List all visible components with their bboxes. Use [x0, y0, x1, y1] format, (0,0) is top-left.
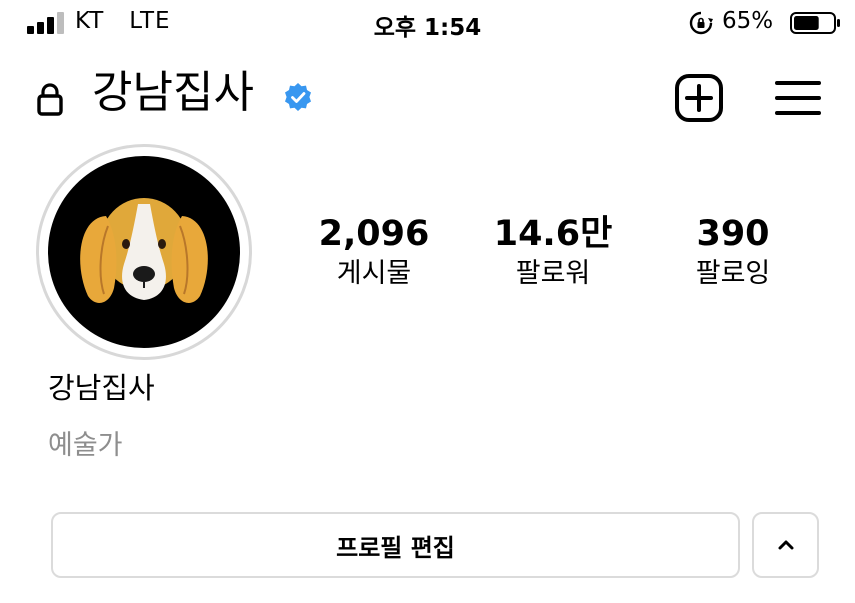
rotation-lock-icon	[689, 11, 713, 35]
battery-percentage: 65%	[722, 8, 774, 34]
edit-profile-button[interactable]: 프로필 편집	[51, 512, 740, 578]
stat-posts-value: 2,096	[318, 214, 430, 254]
stat-followers[interactable]: 14.6만 팔로워	[468, 210, 638, 290]
display-name: 강남집사	[48, 371, 155, 405]
stat-posts[interactable]: 2,096 게시물	[289, 210, 459, 290]
suggestions-toggle-button[interactable]	[752, 512, 819, 578]
beagle-avatar	[80, 198, 208, 303]
menu-icon[interactable]	[775, 78, 821, 118]
status-bar: KT LTE 오후 1:54 65%	[0, 0, 855, 48]
stat-following[interactable]: 390 팔로잉	[648, 210, 818, 290]
stat-followers-value: 14.6만	[493, 214, 613, 254]
chevron-up-icon	[778, 540, 793, 550]
profile-username[interactable]: 강남집사	[92, 56, 254, 120]
stat-posts-label: 게시물	[336, 258, 412, 289]
stat-following-value: 390	[696, 214, 770, 254]
lock-icon	[37, 83, 63, 116]
add-post-icon[interactable]	[674, 73, 724, 123]
verified-badge-icon	[285, 83, 311, 111]
profile-category: 예술가	[48, 430, 123, 461]
battery-icon	[790, 12, 840, 34]
stat-following-label: 팔로잉	[695, 258, 771, 289]
avatar[interactable]	[48, 156, 240, 348]
stat-followers-label: 팔로워	[515, 258, 591, 289]
